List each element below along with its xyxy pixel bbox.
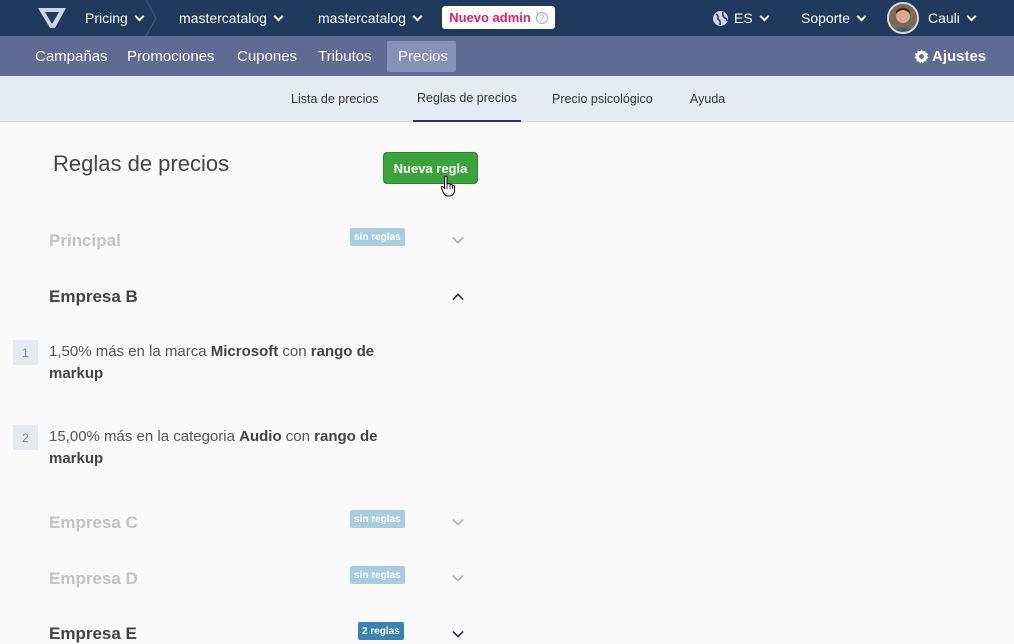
rule-description: 1,50% más en la marca xyxy=(49,343,211,360)
catalog-name: mastercatalog xyxy=(318,10,406,26)
nav-taxes[interactable]: Tributos xyxy=(307,41,383,72)
user-name: Cauli xyxy=(928,10,960,26)
user-menu[interactable]: Cauli xyxy=(928,0,977,36)
rule-connector: con xyxy=(281,428,315,445)
sub-nav: Lista de precios Reglas de precios Preci… xyxy=(0,76,1014,122)
rule-item[interactable]: 15,00% más en la categoria Audio con ran… xyxy=(49,426,419,470)
rule-item[interactable]: 1,50% más en la marca Microsoft con rang… xyxy=(49,341,419,385)
app-switcher[interactable]: Pricing xyxy=(85,0,145,36)
hand-cursor-icon xyxy=(440,175,455,197)
status-badge: sin reglas xyxy=(350,228,405,246)
new-admin-badge[interactable]: Nuevo admin? xyxy=(442,6,555,29)
company-empresa-b[interactable]: Empresa B xyxy=(49,287,138,307)
tab-price-rules[interactable]: Reglas de precios xyxy=(413,76,522,122)
chevron-down-icon[interactable] xyxy=(452,628,464,640)
company-empresa-d[interactable]: Empresa D xyxy=(49,569,138,589)
company-empresa-e[interactable]: Empresa E xyxy=(49,624,137,644)
language-selector[interactable]: ES xyxy=(712,0,770,36)
nav-campaigns[interactable]: Campañas xyxy=(24,41,119,72)
chevron-down-icon xyxy=(759,11,770,21)
company-empresa-c[interactable]: Empresa C xyxy=(49,513,138,533)
support-menu[interactable]: Soporte xyxy=(801,0,867,36)
rule-target: Audio xyxy=(239,428,282,445)
top-bar: Pricing mastercatalog mastercatalog Nuev… xyxy=(0,0,1014,36)
chevron-down-icon[interactable] xyxy=(452,234,464,246)
status-badge: sin reglas xyxy=(350,566,405,584)
tab-help[interactable]: Ayuda xyxy=(690,76,725,122)
nav-coupons[interactable]: Cupones xyxy=(226,41,308,72)
tab-price-lists[interactable]: Lista de precios xyxy=(291,76,379,122)
support-label: Soporte xyxy=(801,10,851,26)
rule-connector: con xyxy=(278,343,311,360)
logo-icon[interactable] xyxy=(37,0,67,36)
new-rule-button[interactable]: Nueva regla xyxy=(383,152,478,184)
chevron-down-icon[interactable] xyxy=(452,572,464,584)
settings-button[interactable]: Ajustes xyxy=(903,41,997,72)
status-badge: sin reglas xyxy=(350,510,405,528)
avatar[interactable] xyxy=(887,2,919,34)
nav-prices[interactable]: Precios xyxy=(387,41,456,72)
chevron-down-icon[interactable] xyxy=(452,516,464,528)
app-name: Pricing xyxy=(85,10,128,26)
chevron-down-icon xyxy=(273,11,284,21)
settings-label: Ajustes xyxy=(932,48,987,65)
chevron-up-icon[interactable] xyxy=(452,291,464,303)
page-title: Reglas de precios xyxy=(53,151,230,176)
breadcrumb-separator xyxy=(145,0,157,36)
chevron-down-icon xyxy=(412,11,423,21)
rule-number: 1 xyxy=(13,340,38,365)
account-selector[interactable]: mastercatalog xyxy=(179,0,284,36)
help-icon: ? xyxy=(535,11,548,24)
rule-number: 2 xyxy=(13,425,38,450)
chevron-down-icon xyxy=(856,11,867,21)
account-name: mastercatalog xyxy=(179,10,267,26)
rule-target: Microsoft xyxy=(210,343,279,360)
globe-icon xyxy=(713,10,728,26)
gear-icon xyxy=(914,49,929,64)
nav-promotions[interactable]: Promociones xyxy=(116,41,226,72)
chevron-down-icon xyxy=(134,11,145,21)
main-nav: Campañas Promociones Cupones Tributos Pr… xyxy=(0,36,1014,76)
company-principal[interactable]: Principal xyxy=(49,231,121,251)
new-admin-label: Nuevo admin xyxy=(449,10,531,25)
rule-description: 15,00% más en la categoria xyxy=(49,428,240,445)
chevron-down-icon xyxy=(966,11,977,21)
language-label: ES xyxy=(734,10,753,26)
status-badge: 2 reglas xyxy=(358,622,404,640)
tab-psychological-price[interactable]: Precio psicológico xyxy=(552,76,653,122)
catalog-selector[interactable]: mastercatalog xyxy=(318,0,423,36)
